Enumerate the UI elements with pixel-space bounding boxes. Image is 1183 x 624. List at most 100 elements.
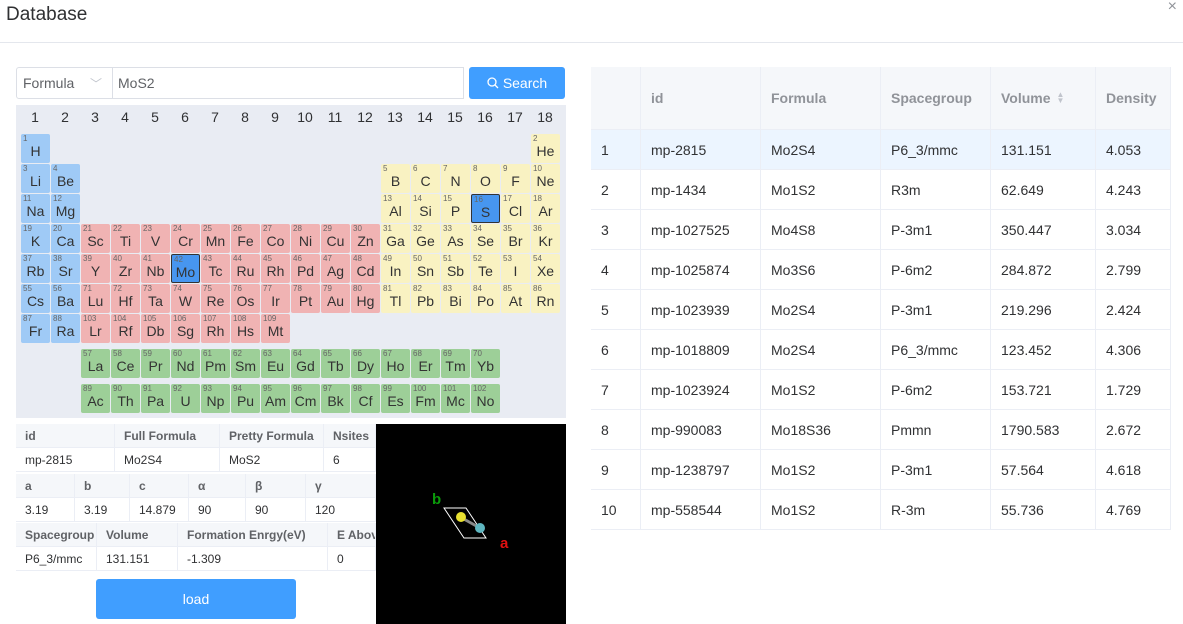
element-cl[interactable]: 17 Cl	[501, 194, 530, 223]
element-mg[interactable]: 12 Mg	[51, 194, 80, 223]
element-ta[interactable]: 73 Ta	[141, 284, 170, 313]
element-sg[interactable]: 106 Sg	[171, 314, 200, 343]
element-os[interactable]: 76 Os	[231, 284, 260, 313]
element-eu[interactable]: 63 Eu	[261, 349, 290, 378]
element-br[interactable]: 35 Br	[501, 224, 530, 253]
element-la[interactable]: 57 La	[81, 349, 110, 378]
element-sm[interactable]: 62 Sm	[231, 349, 260, 378]
element-cm[interactable]: 96 Cm	[291, 384, 320, 413]
element-y[interactable]: 39 Y	[81, 254, 110, 283]
table-row[interactable]: 7 mp-1023924 Mo1S2 P-6m2 153.721 1.729	[591, 370, 1171, 410]
element-o[interactable]: 8O	[471, 164, 500, 193]
element-ga[interactable]: 31 Ga	[381, 224, 410, 253]
element-kr[interactable]: 36 Kr	[531, 224, 560, 253]
element-ag[interactable]: 47 Ag	[321, 254, 350, 283]
element-sc[interactable]: 21 Sc	[81, 224, 110, 253]
element-pa[interactable]: 91 Pa	[141, 384, 170, 413]
element-nd[interactable]: 60 Nd	[171, 349, 200, 378]
element-s[interactable]: 16 S	[471, 194, 500, 223]
element-mn[interactable]: 25 Mn	[201, 224, 230, 253]
element-sr[interactable]: 38 Sr	[51, 254, 80, 283]
element-gd[interactable]: 64 Gd	[291, 349, 320, 378]
element-hg[interactable]: 80 Hg	[351, 284, 380, 313]
table-row[interactable]: 5 mp-1023939 Mo2S4 P-3m1 219.296 2.424	[591, 290, 1171, 330]
element-ra[interactable]: 88 Ra	[51, 314, 80, 343]
element-as[interactable]: 33 As	[441, 224, 470, 253]
element-rh[interactable]: 45 Rh	[261, 254, 290, 283]
table-row[interactable]: 10 mp-558544 Mo1S2 R-3m 55.736 4.769	[591, 490, 1171, 530]
element-au[interactable]: 79 Au	[321, 284, 350, 313]
element-mo[interactable]: 42 Mo	[171, 254, 200, 283]
element-cr[interactable]: 24 Cr	[171, 224, 200, 253]
element-db[interactable]: 105 Db	[141, 314, 170, 343]
element-fr[interactable]: 87 Fr	[21, 314, 50, 343]
element-pm[interactable]: 61 Pm	[201, 349, 230, 378]
element-ce[interactable]: 58 Ce	[111, 349, 140, 378]
element-co[interactable]: 27 Co	[261, 224, 290, 253]
element-pd[interactable]: 46 Pd	[291, 254, 320, 283]
element-no[interactable]: 102 No	[471, 384, 500, 413]
element-u[interactable]: 92 U	[171, 384, 200, 413]
table-row[interactable]: 2 mp-1434 Mo1S2 R3m 62.649 4.243	[591, 170, 1171, 210]
element-yb[interactable]: 70 Yb	[471, 349, 500, 378]
element-hf[interactable]: 72 Hf	[111, 284, 140, 313]
table-row[interactable]: 9 mp-1238797 Mo1S2 P-3m1 57.564 4.618	[591, 450, 1171, 490]
element-li[interactable]: 3 Li	[21, 164, 50, 193]
element-dy[interactable]: 66 Dy	[351, 349, 380, 378]
element-in[interactable]: 49 In	[381, 254, 410, 283]
table-row[interactable]: 1 mp-2815 Mo2S4 P6_3/mmc 131.151 4.053	[591, 130, 1171, 170]
element-bi[interactable]: 83 Bi	[441, 284, 470, 313]
element-tb[interactable]: 65 Tb	[321, 349, 350, 378]
element-tl[interactable]: 81 Tl	[381, 284, 410, 313]
table-row[interactable]: 6 mp-1018809 Mo2S4 P6_3/mmc 123.452 4.306	[591, 330, 1171, 370]
element-fm[interactable]: 100 Fm	[411, 384, 440, 413]
element-b[interactable]: 5B	[381, 164, 410, 193]
column-header[interactable]: Volume ▲ ▼	[991, 67, 1096, 129]
element-f[interactable]: 9F	[501, 164, 530, 193]
element-mc[interactable]: 101 Mc	[441, 384, 470, 413]
element-rn[interactable]: 86 Rn	[531, 284, 560, 313]
element-am[interactable]: 95 Am	[261, 384, 290, 413]
element-k[interactable]: 19 K	[21, 224, 50, 253]
element-be[interactable]: 4 Be	[51, 164, 80, 193]
element-at[interactable]: 85 At	[501, 284, 530, 313]
element-pu[interactable]: 94 Pu	[231, 384, 260, 413]
element-h[interactable]: 1H	[21, 134, 50, 163]
element-mt[interactable]: 109 Mt	[261, 314, 290, 343]
element-ba[interactable]: 56 Ba	[51, 284, 80, 313]
element-cf[interactable]: 98 Cf	[351, 384, 380, 413]
table-row[interactable]: 3 mp-1027525 Mo4S8 P-3m1 350.447 3.034	[591, 210, 1171, 250]
element-sb[interactable]: 51 Sb	[441, 254, 470, 283]
element-pt[interactable]: 78 Pt	[291, 284, 320, 313]
element-re[interactable]: 75 Re	[201, 284, 230, 313]
element-te[interactable]: 52 Te	[471, 254, 500, 283]
element-p[interactable]: 15 P	[441, 194, 470, 223]
element-ni[interactable]: 28 Ni	[291, 224, 320, 253]
element-ir[interactable]: 77 Ir	[261, 284, 290, 313]
element-ar[interactable]: 18 Ar	[531, 194, 560, 223]
element-ru[interactable]: 44 Ru	[231, 254, 260, 283]
element-th[interactable]: 90 Th	[111, 384, 140, 413]
element-fe[interactable]: 26 Fe	[231, 224, 260, 253]
element-sn[interactable]: 50 Sn	[411, 254, 440, 283]
element-lu[interactable]: 71 Lu	[81, 284, 110, 313]
element-po[interactable]: 84 Po	[471, 284, 500, 313]
element-si[interactable]: 14 Si	[411, 194, 440, 223]
element-pb[interactable]: 82 Pb	[411, 284, 440, 313]
element-xe[interactable]: 54 Xe	[531, 254, 560, 283]
search-button[interactable]: Search	[469, 67, 565, 99]
element-na[interactable]: 11 Na	[21, 194, 50, 223]
element-ne[interactable]: 10 Ne	[531, 164, 560, 193]
element-ac[interactable]: 89 Ac	[81, 384, 110, 413]
sort-icon[interactable]: ▲ ▼	[1057, 91, 1065, 105]
element-pr[interactable]: 59 Pr	[141, 349, 170, 378]
element-ti[interactable]: 22 Ti	[111, 224, 140, 253]
element-cs[interactable]: 55 Cs	[21, 284, 50, 313]
element-lr[interactable]: 103 Lr	[81, 314, 110, 343]
element-zn[interactable]: 30 Zn	[351, 224, 380, 253]
element-tm[interactable]: 69 Tm	[441, 349, 470, 378]
element-cd[interactable]: 48 Cd	[351, 254, 380, 283]
element-rf[interactable]: 104 Rf	[111, 314, 140, 343]
table-row[interactable]: 4 mp-1025874 Mo3S6 P-6m2 284.872 2.799	[591, 250, 1171, 290]
structure-viewer[interactable]: b a	[376, 424, 566, 624]
